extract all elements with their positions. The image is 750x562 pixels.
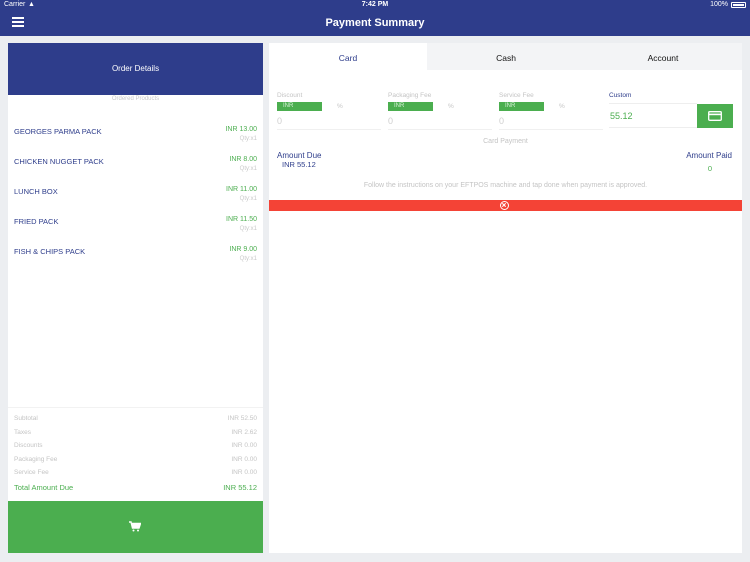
tab-cash[interactable]: Cash [427,43,585,70]
discount-percent[interactable]: % [337,103,343,110]
summary-label: Subtotal [14,415,38,422]
eftpos-instructions: Follow the instructions on your EFTPOS m… [363,182,648,189]
tab-account[interactable]: Account [584,43,742,70]
subtotal-row: Subtotal INR 52.50 [8,413,263,425]
product-price: INR 11.00 [226,186,257,193]
cart-icon [129,521,141,532]
total-amount-row: Total Amount Due INR 55.12 [8,481,263,493]
amount-due-value: INR 55.12 [282,160,316,169]
service-fee-percent[interactable]: % [559,103,565,110]
product-price: INR 11.50 [226,216,257,223]
nav-bar: Payment Summary [0,11,750,36]
product-qty: Qty:x1 [239,256,257,262]
amount-paid-value: 0 [707,164,712,173]
packaging-fee-label: Packaging Fee [388,92,432,99]
order-details-header: Order Details [8,43,263,95]
list-item[interactable]: LUNCH BOX INR 11.00 Qty:x1 [8,181,263,211]
order-panel: Order Details Ordered Products GEORGES P… [8,43,263,553]
summary-label: Packaging Fee [14,456,58,463]
payment-panel: Card Cash Account Discount INR % 0 Packa… [269,43,742,553]
service-fee-row: Service Fee INR 0.00 [8,467,263,479]
page-title: Payment Summary [325,17,425,29]
product-name: FISH & CHIPS PACK [14,247,86,256]
discount-value[interactable]: 0 [277,116,282,126]
product-price: INR 9.00 [229,246,257,253]
tab-card[interactable]: Card [269,43,427,70]
total-label: Total Amount Due [14,483,74,492]
cancel-payment-bar[interactable] [269,200,742,211]
summary-value: INR 2.62 [231,429,257,436]
product-price: INR 8.00 [229,156,257,163]
product-name: FRIED PACK [14,217,59,226]
taxes-row: Taxes INR 2.62 [8,427,263,439]
summary-value: INR 0.00 [231,442,257,449]
product-qty: Qty:x1 [239,136,257,142]
card-pay-button[interactable] [697,104,733,128]
service-fee-label: Service Fee [499,92,534,99]
packaging-fee-percent[interactable]: % [448,103,454,110]
service-fee-field[interactable]: Service Fee INR % 0 [499,91,603,131]
order-summary: Subtotal INR 52.50 Taxes INR 2.62 Discou… [8,407,263,492]
product-qty: Qty:x1 [239,166,257,172]
packaging-fee-field[interactable]: Packaging Fee INR % 0 [388,91,492,131]
service-fee-currency[interactable]: INR [499,102,544,111]
payment-tabs: Card Cash Account [269,43,742,70]
discount-currency[interactable]: INR [277,102,322,111]
discounts-row: Discounts INR 0.00 [8,440,263,452]
custom-amount-input[interactable]: 55.12 [609,103,697,128]
discount-label: Discount [277,92,303,99]
service-fee-value[interactable]: 0 [499,116,504,126]
status-bar: Carrier ▲ 7:42 PM 100% [0,0,750,11]
ordered-products-label: Ordered Products [111,96,160,102]
total-value: INR 55.12 [223,483,257,492]
summary-value: INR 0.00 [231,469,257,476]
packaging-fee-value[interactable]: 0 [388,116,393,126]
product-qty: Qty:x1 [239,196,257,202]
list-item[interactable]: FRIED PACK INR 11.50 Qty:x1 [8,211,263,241]
cart-button[interactable] [8,501,263,553]
summary-value: INR 0.00 [231,456,257,463]
custom-amount-value: 55.12 [610,111,633,121]
product-name: GEORGES PARMA PACK [14,127,102,136]
product-qty: Qty:x1 [239,226,257,232]
battery-icon [731,2,746,8]
product-name: CHICKEN NUGGET PACK [14,157,104,166]
list-item[interactable]: FISH & CHIPS PACK INR 9.00 Qty:x1 [8,241,263,271]
amount-due-label: Amount Due [277,151,322,160]
packaging-fee-row: Packaging Fee INR 0.00 [8,454,263,466]
status-time: 7:42 PM [361,1,389,8]
summary-label: Discounts [14,442,43,449]
product-name: LUNCH BOX [14,187,58,196]
custom-label: Custom [609,92,632,99]
credit-card-icon [708,111,722,121]
summary-value: INR 52.50 [227,415,257,422]
list-item[interactable]: GEORGES PARMA PACK INR 13.00 Qty:x1 [8,121,263,151]
discount-field[interactable]: Discount INR % 0 [277,91,381,131]
battery-percent: 100% [710,1,728,8]
packaging-fee-currency[interactable]: INR [388,102,433,111]
summary-label: Taxes [14,429,31,436]
list-item[interactable]: CHICKEN NUGGET PACK INR 8.00 Qty:x1 [8,151,263,181]
product-price: INR 13.00 [225,126,257,133]
amount-paid-label: Amount Paid [686,151,732,160]
summary-label: Service Fee [14,469,49,476]
close-circle-icon[interactable] [500,201,509,210]
card-payment-label: Card Payment [483,138,528,145]
